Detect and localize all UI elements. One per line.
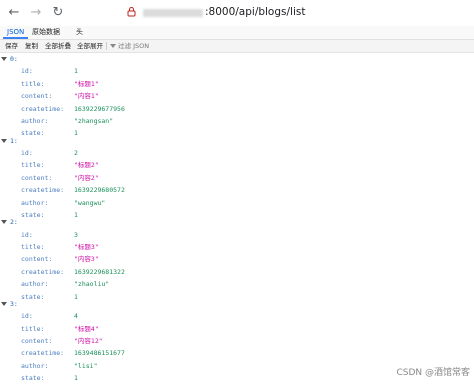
- value-number: 1639229677956: [74, 104, 125, 113]
- table-row: author: "zhangsan": [0, 115, 474, 127]
- table-row: content: "内容1": [0, 90, 474, 102]
- reload-icon[interactable]: ↻: [50, 5, 66, 21]
- value-string: "内容2": [74, 173, 99, 182]
- table-row: createtime: 1639229681322: [0, 266, 474, 278]
- expand-toggle-icon[interactable]: [1, 57, 7, 61]
- key-label: content:: [21, 337, 53, 345]
- tab-headers[interactable]: 头: [72, 26, 87, 39]
- tree-node-2[interactable]: 2:: [0, 216, 474, 228]
- json-action-bar: 保存 复制 全部折叠 全部展开 过滤 JSON: [0, 40, 474, 53]
- table-row: title: "标题4": [0, 323, 474, 335]
- node-index: 2:: [10, 218, 18, 227]
- node-index: 1:: [10, 136, 18, 145]
- table-row: content: "内容3": [0, 253, 474, 265]
- key-label: content:: [21, 92, 53, 101]
- value-string: "lisi": [74, 361, 98, 370]
- watermark: CSDN @酒馆常客: [396, 368, 470, 378]
- expand-toggle-icon[interactable]: [1, 301, 7, 306]
- table-row: title: "标题2": [0, 159, 474, 171]
- tree-node-3[interactable]: 3:: [0, 298, 474, 310]
- key-label: id:: [21, 312, 33, 321]
- table-row: id: 4: [0, 310, 474, 322]
- filter-label: 过滤 JSON: [118, 42, 150, 50]
- key-label: createtime:: [21, 267, 65, 276]
- url-text: :8000/api/blogs/list: [205, 6, 306, 18]
- separator: [106, 42, 107, 50]
- key-label: id:: [21, 149, 33, 157]
- table-row: content: "内容2": [0, 172, 474, 184]
- save-button[interactable]: 保存: [5, 40, 18, 52]
- expand-toggle-icon[interactable]: [1, 220, 7, 225]
- table-row: author: "zhaoliu": [0, 278, 474, 290]
- value-string: "内容12": [74, 337, 103, 345]
- key-label: author:: [21, 117, 49, 125]
- filter-icon: [110, 44, 116, 48]
- value-number: 1639486151677: [74, 349, 125, 358]
- expand-all-button[interactable]: 全部展开: [77, 40, 103, 52]
- table-row: createtime: 1639229677956: [0, 103, 474, 115]
- value-string: "内容3": [74, 255, 99, 264]
- redacted-host: [143, 9, 203, 17]
- site-info-icon[interactable]: [127, 6, 136, 20]
- key-label: title:: [21, 324, 45, 333]
- key-label: title:: [21, 79, 45, 88]
- tree-node-1[interactable]: 1:: [0, 135, 474, 147]
- key-label: createtime:: [21, 186, 65, 195]
- table-row: id: 3: [0, 229, 474, 241]
- value-string: "zhangsan": [74, 117, 114, 125]
- table-row: title: "标题1": [0, 78, 474, 90]
- key-label: content:: [21, 255, 53, 264]
- key-label: author:: [21, 198, 49, 207]
- copy-button[interactable]: 复制: [25, 40, 38, 52]
- value-string: "wangwu": [74, 198, 106, 207]
- value-number: 1: [74, 67, 78, 76]
- back-icon[interactable]: ←: [6, 5, 22, 21]
- json-viewer-tabs: JSON 原始数据 头: [0, 26, 474, 40]
- value-number: 1: [74, 374, 78, 383]
- key-label: author:: [21, 361, 49, 370]
- table-row: content: "内容12": [0, 335, 474, 347]
- filter-json-input[interactable]: 过滤 JSON: [110, 40, 149, 52]
- table-row: title: "标题3": [0, 241, 474, 253]
- value-string: "标题3": [74, 243, 99, 251]
- expand-toggle-icon[interactable]: [1, 138, 7, 143]
- key-label: author:: [21, 280, 49, 289]
- value-number: 4: [74, 312, 78, 321]
- table-row: createtime: 1639229680572: [0, 184, 474, 196]
- tab-raw-data[interactable]: 原始数据: [28, 26, 64, 39]
- collapse-all-button[interactable]: 全部折叠: [45, 40, 71, 52]
- key-label: state:: [21, 374, 45, 383]
- node-index: 0:: [10, 55, 18, 63]
- address-bar[interactable]: :8000/api/blogs/list: [117, 3, 472, 23]
- value-number: 2: [74, 149, 78, 157]
- table-row: createtime: 1639486151677: [0, 347, 474, 359]
- table-row: author: "wangwu": [0, 197, 474, 209]
- key-label: content:: [21, 173, 53, 182]
- tab-json[interactable]: JSON: [3, 26, 29, 39]
- key-label: title:: [21, 161, 45, 170]
- value-number: 1639229680572: [74, 186, 125, 195]
- value-string: "标题2": [74, 161, 99, 170]
- key-label: createtime:: [21, 349, 65, 358]
- browser-toolbar: ← → ↻ :8000/api/blogs/list: [0, 0, 474, 27]
- value-number: 3: [74, 230, 78, 239]
- key-label: createtime:: [21, 104, 65, 113]
- value-string: "内容1": [74, 92, 99, 101]
- value-string: "zhaoliu": [74, 280, 110, 289]
- value-string: "标题1": [74, 79, 99, 88]
- key-label: id:: [21, 67, 33, 76]
- table-row: id: 2: [0, 147, 474, 159]
- tree-node-0[interactable]: 0:: [0, 53, 474, 65]
- node-index: 3:: [10, 299, 18, 308]
- key-label: title:: [21, 243, 45, 251]
- key-label: id:: [21, 230, 33, 239]
- forward-icon[interactable]: →: [28, 5, 44, 21]
- value-string: "标题4": [74, 324, 99, 333]
- table-row: id: 1: [0, 65, 474, 77]
- value-number: 1639229681322: [74, 267, 125, 276]
